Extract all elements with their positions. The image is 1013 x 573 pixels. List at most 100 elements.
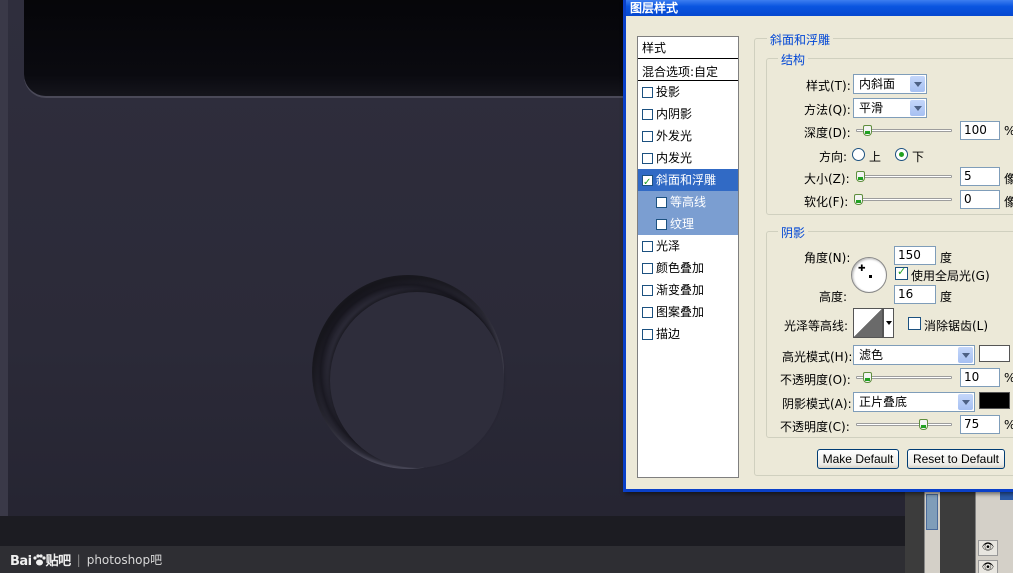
structure-title: 结构 bbox=[778, 51, 809, 68]
style-item-checkbox[interactable] bbox=[642, 262, 653, 274]
shadow-opacity-track[interactable] bbox=[856, 423, 952, 426]
style-item-checkbox[interactable] bbox=[642, 284, 653, 296]
soften-input[interactable]: 0 bbox=[960, 190, 1000, 209]
direction-down-radio[interactable] bbox=[895, 148, 908, 161]
style-item[interactable]: 内阴影 bbox=[638, 103, 738, 125]
style-item-checkbox[interactable] bbox=[642, 130, 653, 142]
baidu-logo: Bai 贴吧 bbox=[10, 554, 71, 569]
style-item[interactable]: 投影 bbox=[638, 81, 738, 103]
layer-visibility-eye-icon[interactable]: 👁 bbox=[978, 560, 998, 573]
technique-select[interactable]: 平滑 bbox=[853, 98, 927, 118]
style-item[interactable]: 描边 bbox=[638, 323, 738, 345]
crosshair-icon: ✚ bbox=[858, 264, 866, 274]
style-item[interactable]: 纹理 bbox=[638, 213, 738, 235]
ps-scrollbar-thumb[interactable] bbox=[926, 494, 938, 530]
canvas-left-edge bbox=[0, 0, 8, 520]
style-item-label: 颜色叠加 bbox=[656, 261, 705, 275]
size-slider-thumb[interactable] bbox=[855, 171, 865, 182]
highlight-opacity-unit: % bbox=[1004, 371, 1013, 385]
angle-dial[interactable]: ✚ bbox=[851, 257, 887, 293]
style-item-checkbox[interactable] bbox=[656, 196, 667, 208]
style-item-label: 描边 bbox=[656, 327, 681, 341]
style-item-checkbox[interactable] bbox=[642, 152, 653, 164]
style-list: 样式 混合选项:自定 投影内阴影外发光内发光斜面和浮雕等高线纹理光泽颜色叠加渐变… bbox=[637, 36, 739, 478]
highlight-mode-select[interactable]: 滤色 bbox=[853, 345, 975, 365]
shadow-mode-label: 阴影模式(A): bbox=[782, 397, 852, 411]
direction-up-label[interactable]: 上 bbox=[869, 148, 881, 165]
shadow-opacity-thumb[interactable] bbox=[919, 419, 929, 430]
make-default-button[interactable]: Make Default bbox=[817, 449, 899, 469]
style-item[interactable]: 光泽 bbox=[638, 235, 738, 257]
style-item-label: 外发光 bbox=[656, 129, 693, 143]
style-item[interactable]: 外发光 bbox=[638, 125, 738, 147]
style-item-checkbox[interactable] bbox=[642, 108, 653, 120]
angle-input[interactable]: 150 bbox=[894, 246, 936, 265]
chevron-down-icon bbox=[958, 394, 973, 410]
style-item-label: 内阴影 bbox=[656, 107, 693, 121]
direction-up-radio[interactable] bbox=[852, 148, 865, 161]
anti-alias-label[interactable]: 消除锯齿(L) bbox=[924, 317, 988, 334]
dialog-title: 图层样式 bbox=[630, 1, 679, 15]
gloss-contour-preview[interactable] bbox=[853, 308, 883, 338]
dial-center bbox=[869, 275, 872, 278]
style-label: 样式(T): bbox=[806, 79, 851, 93]
style-item[interactable]: 颜色叠加 bbox=[638, 257, 738, 279]
highlight-opacity-input[interactable]: 10 bbox=[960, 368, 1000, 387]
depth-label: 深度(D): bbox=[804, 126, 851, 140]
style-item[interactable]: 图案叠加 bbox=[638, 301, 738, 323]
altitude-label: 高度: bbox=[819, 290, 848, 304]
style-item-checkbox[interactable] bbox=[642, 328, 653, 340]
style-list-header[interactable]: 样式 bbox=[638, 37, 738, 59]
style-item-checkbox[interactable] bbox=[642, 306, 653, 318]
global-light-label[interactable]: 使用全局光(G) bbox=[911, 267, 990, 284]
style-item[interactable]: 斜面和浮雕 bbox=[638, 169, 738, 194]
soften-slider-track[interactable] bbox=[856, 198, 952, 201]
gloss-contour-dropdown[interactable] bbox=[883, 308, 894, 338]
dark-rounded-panel bbox=[24, 0, 664, 96]
style-item-checkbox[interactable] bbox=[642, 86, 653, 98]
depth-slider-thumb[interactable] bbox=[862, 125, 872, 136]
dialog-title-bar[interactable]: 图层样式 bbox=[626, 0, 1013, 16]
direction-down-label[interactable]: 下 bbox=[912, 148, 924, 165]
style-item[interactable]: 渐变叠加 bbox=[638, 279, 738, 301]
style-item-label: 渐变叠加 bbox=[656, 283, 705, 297]
ps-panel-highlight bbox=[1000, 492, 1013, 500]
size-slider-track[interactable] bbox=[856, 175, 952, 178]
soften-slider-thumb[interactable] bbox=[854, 194, 863, 205]
style-item-checkbox[interactable] bbox=[642, 240, 653, 252]
style-item-label: 投影 bbox=[656, 85, 681, 99]
style-item-label: 斜面和浮雕 bbox=[656, 173, 717, 187]
embossed-circle-inner bbox=[330, 292, 504, 468]
chevron-down-icon bbox=[910, 100, 925, 116]
size-input[interactable]: 5 bbox=[960, 167, 1000, 186]
shadow-mode-value: 正片叠底 bbox=[859, 395, 908, 409]
style-item[interactable]: 等高线 bbox=[638, 191, 738, 213]
depth-input[interactable]: 100 bbox=[960, 121, 1000, 140]
paw-icon bbox=[33, 554, 46, 566]
soften-unit: 像 bbox=[1004, 195, 1013, 209]
canvas-bottom-strip bbox=[0, 516, 905, 548]
blend-options-item[interactable]: 混合选项:自定 bbox=[638, 59, 738, 81]
global-light-checkbox[interactable] bbox=[895, 265, 908, 280]
layer-visibility-eye-icon[interactable]: 👁 bbox=[978, 540, 998, 556]
highlight-mode-value: 滤色 bbox=[859, 348, 884, 362]
chevron-down-icon bbox=[958, 347, 973, 363]
anti-alias-checkbox[interactable] bbox=[908, 317, 921, 330]
style-item-label: 光泽 bbox=[656, 239, 681, 253]
watermark-separator: | bbox=[76, 552, 81, 567]
style-item-checkbox[interactable] bbox=[656, 218, 667, 230]
style-item-checkbox[interactable] bbox=[642, 172, 653, 194]
highlight-opacity-thumb[interactable] bbox=[862, 372, 872, 383]
highlight-color-swatch[interactable] bbox=[979, 345, 1010, 362]
watermark-bar: Bai 贴吧 | photoshop吧 bbox=[0, 546, 905, 573]
style-item[interactable]: 内发光 bbox=[638, 147, 738, 169]
style-select[interactable]: 内斜面 bbox=[853, 74, 927, 94]
shadow-mode-select[interactable]: 正片叠底 bbox=[853, 392, 975, 412]
shadow-opacity-input[interactable]: 75 bbox=[960, 415, 1000, 434]
shadow-color-swatch[interactable] bbox=[979, 392, 1010, 409]
altitude-input[interactable]: 16 bbox=[894, 285, 936, 304]
reset-to-default-button[interactable]: Reset to Default bbox=[907, 449, 1005, 469]
style-item-label: 等高线 bbox=[670, 195, 707, 209]
technique-label: 方法(Q): bbox=[804, 103, 851, 117]
shadow-opacity-label: 不透明度(C): bbox=[780, 420, 850, 434]
